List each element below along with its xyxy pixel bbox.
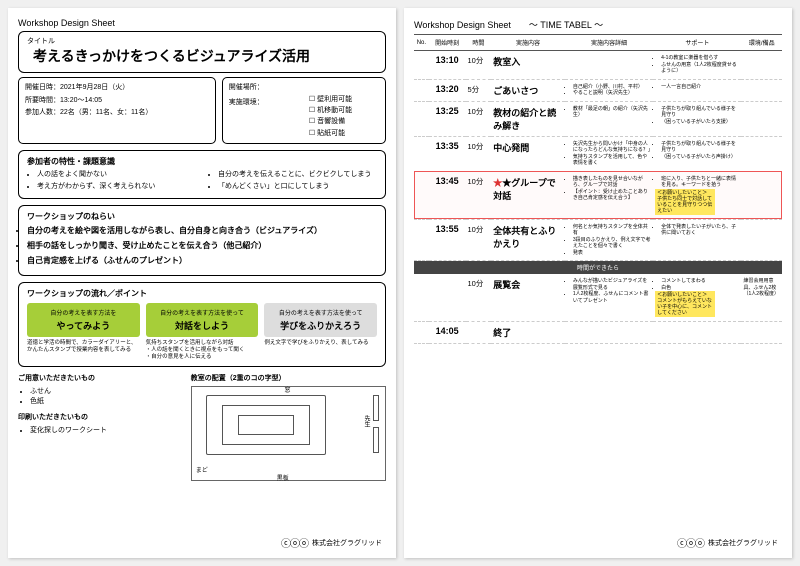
meta-left: 開催日時：2021年9月28日（火） 所要時間：13:20～14:05 参加人数… bbox=[18, 77, 216, 144]
list-item: ふせん bbox=[30, 386, 181, 396]
col: サポート bbox=[653, 35, 741, 51]
table-row: 13:1010分教室入4-1の教室に楽器を借らすふせんの用意（1人2枚程度貸せる… bbox=[414, 51, 782, 80]
col: 実施内容詳細 bbox=[565, 35, 653, 51]
list-item: 相手の話をしっかり聞き、受け止めたことを伝え合う（他己紹介） bbox=[27, 240, 377, 253]
table-row: 13:5510分全体共有とふりかえり何名とか気持ちスタンプを全体共有3段目のふり… bbox=[414, 219, 782, 261]
flow-card: 自分の考えを表す方法を使って 学びをふりかえろう bbox=[264, 303, 377, 337]
section-title: ワークショップのねらい bbox=[27, 211, 377, 222]
flow-card: 自分の考えを表す方法を使って 対話をしよう bbox=[146, 303, 259, 337]
flow-note: 道徳と学活の時間で、カラーダイアリーと、かんたんスタンプで授業内容を表してみる bbox=[27, 340, 140, 361]
table-row: 13:205分ごあいさつ自己紹介（小野、川村、平村）やること説明（矢沢先生）一人… bbox=[414, 79, 782, 101]
list-item: 人の話をよく聞かない bbox=[37, 170, 196, 180]
flow-note: 気持ちスタンプを活用しながら対話 ・人の話を聞くときに視点をもって聞く ・自分の… bbox=[146, 340, 259, 361]
list-item: 考え方がわからず、深く考えられない bbox=[37, 182, 196, 192]
layout-sketch: 窓 先生 黒板 まど bbox=[191, 386, 386, 481]
list-item: 色紙 bbox=[30, 396, 181, 406]
bottom-row: ご用意いただきたいもの ふせん 色紙 印刷いただきたいもの 変化探しのワークシー… bbox=[18, 373, 386, 481]
list-item: 自分の考えを伝えることに、ビクビクしてしまう bbox=[218, 170, 377, 180]
table-row: 13:2510分教材の紹介と読み解き教材「最足の朝」の紹介（矢沢先生）子供たちが… bbox=[414, 101, 782, 136]
flow-card: 自分の考えを表す方法を やってみよう bbox=[27, 303, 140, 337]
place-label: 開催場所： bbox=[229, 82, 299, 93]
timetable: No. 開始時刻 時間 実施内容 実施内容詳細 サポート 環境/備品 13:10… bbox=[414, 34, 782, 344]
layout-title: 教室の配置（2重のコの字型） bbox=[191, 373, 386, 383]
list-item: 自分の考えを絵や図を活用しながら表し、自分自身と向き合う（ビジュアライズ） bbox=[27, 225, 377, 238]
env-opt: ☐ 貼紙可能 bbox=[309, 128, 379, 139]
date-value: 2021年9月28日（火） bbox=[60, 84, 129, 91]
footer-company: 株式会社グラグリッド bbox=[708, 538, 778, 548]
col: 実施内容 bbox=[491, 35, 565, 51]
table-row: 10分展覧会みんなが描いたビジュアライズを展覧形式で見る1人2枚程度、ふせんにコ… bbox=[414, 274, 782, 322]
meta-row: 開催日時：2021年9月28日（火） 所要時間：13:20～14:05 参加人数… bbox=[18, 77, 386, 144]
env-opt: ☐ 机移動可能 bbox=[309, 105, 379, 116]
cc-icon: ⓒⓞⓞ bbox=[677, 535, 704, 550]
title-label: タイトル bbox=[27, 36, 377, 46]
sticky-note: ＜お願いしたいこと＞コメントがもらえていない子を中心に、コメントしてください bbox=[655, 291, 715, 317]
flow-note: 例え文字で学びをふりかえり、表してみる bbox=[264, 340, 377, 361]
footer-company: 株式会社グラグリッド bbox=[312, 538, 382, 548]
footer: ⓒⓞⓞ 株式会社グラグリッド bbox=[281, 535, 382, 550]
list-item: 「めんどくさい」と口にしてしまう bbox=[218, 182, 377, 192]
meta-right: 開催場所： 実施環境： ☐ 壁利用可能 ☐ 机移動可能 ☐ 音響設備 ☐ 貼紙可… bbox=[222, 77, 386, 144]
section-flow: ワークショップの流れ／ポイント 自分の考えを表す方法を やってみよう 自分の考え… bbox=[18, 282, 386, 367]
sheet-header: Workshop Design Sheet bbox=[18, 18, 386, 31]
col: 開始時刻 bbox=[429, 35, 466, 51]
print-title: 印刷いただきたいもの bbox=[18, 412, 181, 422]
env-opt: ☐ 音響設備 bbox=[309, 116, 379, 127]
title-box: タイトル 考えるきっかけをつくるビジュアライズ活用 bbox=[18, 31, 386, 73]
list-item: 自己肯定感を上げる（ふせんのプレゼント） bbox=[27, 255, 377, 268]
col: No. bbox=[414, 35, 429, 51]
env-options: ☐ 壁利用可能 ☐ 机移動可能 ☐ 音響設備 ☐ 貼紙可能 bbox=[309, 94, 379, 139]
optional-bar: 時間ができたら bbox=[414, 261, 782, 274]
title-text: 考えるきっかけをつくるビジュアライズ活用 bbox=[27, 46, 377, 66]
date-label: 開催日時： bbox=[25, 84, 60, 91]
footer: ⓒⓞⓞ 株式会社グラグリッド bbox=[677, 535, 778, 550]
section-title: ワークショップの流れ／ポイント bbox=[27, 288, 377, 299]
timetable-header: Workshop Design Sheet ～ TIME TABEL ～ bbox=[414, 18, 782, 34]
duration-label: 所要時間： bbox=[25, 97, 60, 104]
list-item: 変化探しのワークシート bbox=[30, 425, 181, 435]
table-row: 13:4510分★★グループで対話描き表したものを見せ合いながら、グループで対話… bbox=[414, 171, 782, 219]
col: 環境/備品 bbox=[741, 35, 782, 51]
count-value: 22名（男：11名、女：11名） bbox=[60, 109, 152, 116]
cc-icon: ⓒⓞⓞ bbox=[281, 535, 308, 550]
section-characteristics: 参加者の特性・課題意識 人の話をよく聞かない 考え方がわからず、深く考えられない… bbox=[18, 150, 386, 200]
section-title: 参加者の特性・課題意識 bbox=[27, 156, 377, 167]
col: 時間 bbox=[466, 35, 492, 51]
section-aim: ワークショップのねらい 自分の考えを絵や図を活用しながら表し、自分自身と向き合う… bbox=[18, 205, 386, 275]
env-label: 実施環境： bbox=[229, 97, 299, 108]
duration-value: 13:20～14:05 bbox=[60, 97, 102, 104]
left-sheet: Workshop Design Sheet タイトル 考えるきっかけをつくるビジ… bbox=[8, 8, 396, 558]
table-row: 14:05終了 bbox=[414, 322, 782, 344]
env-opt: ☐ 壁利用可能 bbox=[309, 94, 379, 105]
sticky-note: ＜お願いしたいこと＞子供たち同士で対話していることを見守りつつ伝えたい bbox=[655, 189, 715, 215]
right-sheet: Workshop Design Sheet ～ TIME TABEL ～ No.… bbox=[404, 8, 792, 558]
supply-title: ご用意いただきたいもの bbox=[18, 373, 181, 383]
count-label: 参加人数： bbox=[25, 109, 60, 116]
table-row: 13:3510分中心発問矢沢先生から問いかけ「中身の人になったらどんな気持ちにな… bbox=[414, 136, 782, 171]
